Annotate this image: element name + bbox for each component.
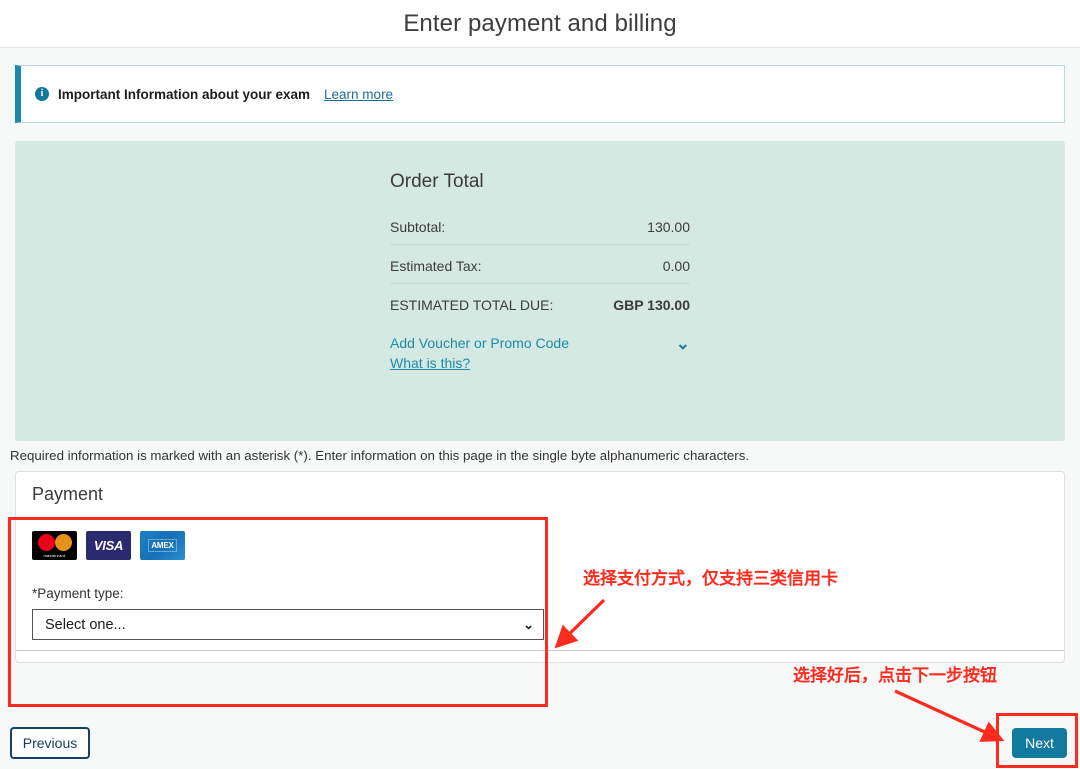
amex-logo-label: AMEX — [148, 539, 177, 552]
mastercard-circles-icon — [37, 533, 72, 551]
info-circle-icon: i — [35, 87, 49, 101]
learn-more-link[interactable]: Learn more — [324, 87, 393, 102]
payment-type-label: *Payment type: — [32, 586, 124, 601]
required-information-note: Required information is marked with an a… — [10, 448, 750, 463]
estimated-tax-value: 0.00 — [662, 258, 690, 274]
total-due-value: GBP 130.00 — [613, 297, 690, 313]
section-divider — [16, 650, 1064, 651]
mastercard-logo-label: mastercard — [43, 552, 66, 558]
payment-type-select[interactable]: Select one... ⌄ — [32, 609, 544, 640]
subtotal-label: Subtotal: — [390, 219, 446, 235]
order-total-heading: Order Total — [390, 171, 484, 192]
chevron-down-icon[interactable]: ⌄ — [676, 335, 690, 352]
important-information-banner: i Important Information about your exam … — [15, 65, 1065, 123]
order-row-total-due: ESTIMATED TOTAL DUE: GBP 130.00 — [390, 297, 690, 313]
total-due-label: ESTIMATED TOTAL DUE: — [390, 297, 554, 313]
form-footer: Previous Next — [0, 717, 1080, 769]
visa-logo: VISA — [86, 531, 131, 560]
page-header: Enter payment and billing — [0, 0, 1080, 48]
order-total-inner: Order Total Subtotal: 130.00 Estimated T… — [390, 171, 690, 374]
order-row-subtotal: Subtotal: 130.00 — [390, 219, 690, 245]
add-voucher-link[interactable]: Add Voucher or Promo Code — [390, 333, 569, 353]
amex-logo: AMEX — [140, 531, 185, 560]
page-title: Enter payment and billing — [403, 9, 677, 37]
annotation-note-next: 选择好后，点击下一步按钮 — [793, 666, 997, 685]
payment-type-selected-value: Select one... — [45, 616, 126, 633]
order-row-estimated-tax: Estimated Tax: 0.00 — [390, 258, 690, 284]
next-button[interactable]: Next — [1012, 728, 1067, 758]
previous-button[interactable]: Previous — [10, 727, 90, 759]
accepted-cards-list: mastercard VISA AMEX — [32, 531, 1064, 560]
banner-container: i Important Information about your exam … — [0, 48, 1080, 123]
voucher-links: Add Voucher or Promo Code What is this? — [390, 333, 569, 374]
banner-message: Important Information about your exam — [58, 86, 311, 102]
subtotal-value: 130.00 — [647, 219, 690, 235]
voucher-section: Add Voucher or Promo Code What is this? … — [390, 333, 690, 374]
what-is-this-link[interactable]: What is this? — [390, 353, 569, 373]
mastercard-logo: mastercard — [32, 531, 77, 560]
visa-logo-label: VISA — [93, 538, 124, 553]
payment-section: Payment mastercard VISA AMEX *Payment ty… — [15, 471, 1065, 663]
estimated-tax-label: Estimated Tax: — [390, 258, 482, 274]
payment-heading: Payment — [32, 484, 104, 504]
order-total-panel: Order Total Subtotal: 130.00 Estimated T… — [15, 141, 1065, 441]
chevron-down-icon: ⌄ — [523, 616, 534, 632]
